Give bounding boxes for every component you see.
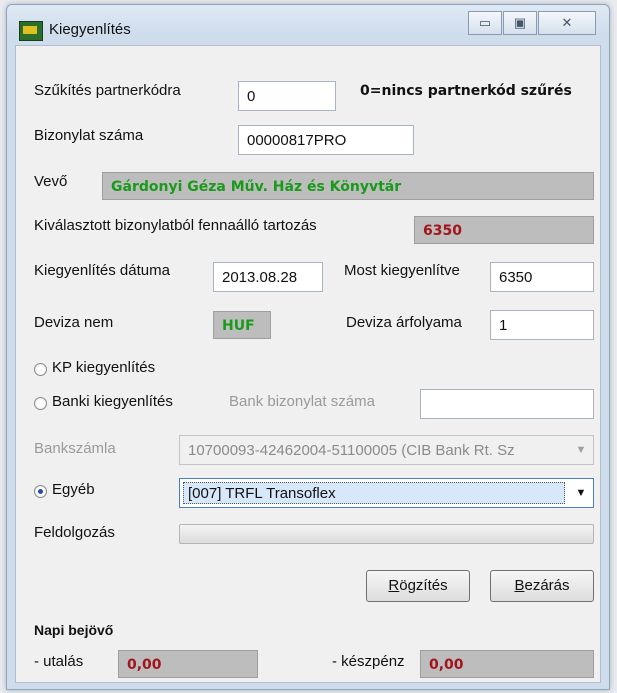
partner-filter-input[interactable]: 0 (238, 81, 336, 111)
maximize-button[interactable]: ▣ (503, 11, 537, 35)
bank-document-label: Bank bizonylat száma (229, 393, 375, 410)
processing-label: Feldolgozás (34, 524, 115, 541)
partner-filter-hint: 0=nincs partnerkód szűrés (360, 83, 572, 99)
outstanding-field: 6350 (414, 216, 594, 244)
document-number-label: Bizonylat száma (34, 127, 144, 144)
form-area: Szűkítés partnerkódra 0 0=nincs partnerk… (15, 45, 601, 683)
currency-field: HUF (213, 311, 271, 339)
bank-account-value: 10700093-42462004-51100005 (CIB Bank Rt.… (188, 442, 515, 459)
bank-document-input[interactable] (420, 389, 594, 419)
window-title: Kiegyenlítés (49, 21, 131, 38)
other-payment-label[interactable]: Egyéb (52, 481, 95, 498)
partner-filter-label: Szűkítés partnerkódra (34, 82, 181, 99)
document-number-input[interactable]: 00000817PRO (238, 125, 414, 155)
transfer-value: 0,00 (118, 650, 258, 678)
title-bar[interactable]: Kiegyenlítés ▭ ▣ ✕ (7, 5, 609, 45)
other-partner-select[interactable]: [007] TRFL Transoflex ▼ (179, 478, 594, 508)
bank-account-select[interactable]: 10700093-42462004-51100005 (CIB Bank Rt.… (179, 435, 594, 465)
processing-progress-bar (179, 524, 594, 544)
bank-account-label: Bankszámla (34, 440, 116, 457)
daily-incoming-title: Napi bejövő (34, 622, 114, 638)
outstanding-label: Kiválasztott bizonylatból fennaálló tart… (34, 217, 317, 234)
minimize-button[interactable]: ▭ (468, 11, 502, 35)
cash-payment-radio[interactable] (34, 363, 47, 376)
save-button-accel: R (388, 577, 400, 594)
exchange-rate-label: Deviza árfolyama (346, 314, 462, 331)
close-button-accel: B (514, 577, 525, 594)
settlement-date-label: Kiegyenlítés dátuma (34, 262, 170, 279)
chevron-down-icon[interactable]: ▼ (569, 479, 593, 507)
close-window-button[interactable]: ✕ (538, 11, 596, 35)
cash-value: 0,00 (420, 650, 594, 678)
app-icon (19, 21, 43, 41)
cash-payment-label[interactable]: KP kiegyenlítés (52, 359, 155, 376)
other-partner-value: [007] TRFL Transoflex (188, 485, 336, 502)
transfer-label: - utalás (34, 653, 84, 670)
exchange-rate-input[interactable]: 1 (490, 310, 594, 340)
bank-payment-label[interactable]: Banki kiegyenlítés (52, 393, 173, 410)
close-button-label: ezárás (524, 577, 570, 594)
currency-label: Deviza nem (34, 314, 114, 331)
settlement-date-input[interactable]: 2013.08.28 (213, 262, 323, 292)
bank-payment-radio[interactable] (34, 397, 47, 410)
other-payment-radio[interactable] (34, 485, 47, 498)
close-button[interactable]: Bezárás (490, 570, 594, 602)
settled-now-label: Most kiegyenlítve (344, 262, 460, 279)
dialog-window: Kiegyenlítés ▭ ▣ ✕ Szűkítés partnerkódra… (6, 4, 610, 690)
customer-label: Vevő (34, 173, 68, 190)
save-button-label: ögzítés (399, 577, 448, 594)
cash-label: - készpénz (332, 653, 405, 670)
save-button[interactable]: Rögzítés (366, 570, 470, 602)
customer-field: Gárdonyi Géza Műv. Ház és Könyvtár (102, 172, 594, 200)
chevron-down-icon[interactable]: ▼ (569, 436, 593, 464)
settled-now-input[interactable]: 6350 (490, 262, 594, 292)
